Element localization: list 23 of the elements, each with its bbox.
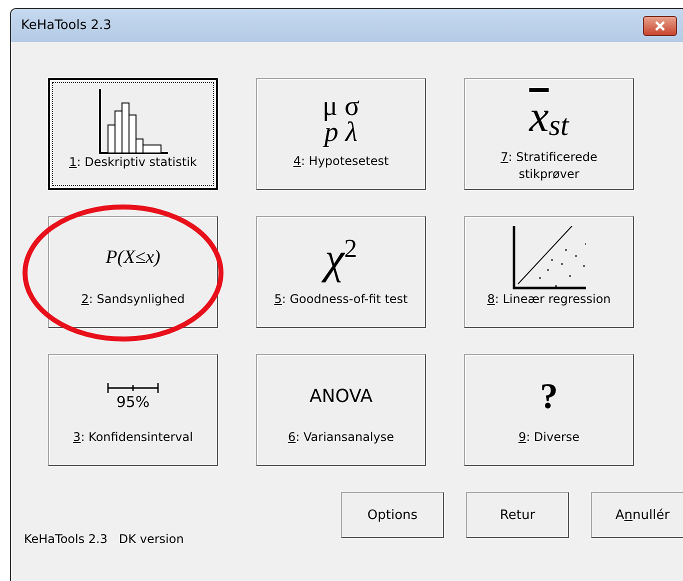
dialog-button[interactable]: Options (341, 492, 444, 538)
tool-button[interactable]: ? 9: Diverse (464, 354, 634, 466)
x-bar-symbol: x$_{st}$ (529, 95, 569, 141)
tool-button[interactable]: x$_{st}$ 7: Stratificerede stikprøver (464, 78, 634, 190)
close-icon (653, 20, 667, 30)
tool-button[interactable]: P(X≤x) 2: Sandsynlighed (48, 216, 218, 328)
greek-symbols: μ σ p λ (322, 94, 360, 146)
tool-button[interactable]: 1: Deskriptiv statistik (48, 78, 218, 190)
tool-button[interactable]: 8: Lineær regression (464, 216, 634, 328)
close-button[interactable] (643, 16, 677, 36)
tool-button[interactable]: ANOVA 6: Variansanalyse (256, 354, 426, 466)
tool-button[interactable]: 95% 3: Konfidensinterval (48, 354, 218, 466)
dialog-button[interactable]: Retur (466, 492, 569, 538)
tool-button[interactable]: χ$^{2}$ 5: Goodness-of-fit test (256, 216, 426, 328)
probability-formula: P(X≤x) (106, 247, 160, 269)
scatter-plot-icon (512, 226, 586, 290)
histogram-icon (98, 87, 168, 155)
tool-button[interactable]: μ σ p λ 4: Hypotesetest (256, 78, 426, 190)
question-mark-icon: ? (540, 375, 558, 417)
dialog-button[interactable]: Annullér (591, 492, 683, 538)
window-title: KeHaTools 2.3 (21, 18, 112, 33)
anova-label: ANOVA (309, 386, 373, 406)
version-text: KeHaTools 2.3 DK version (24, 532, 184, 546)
